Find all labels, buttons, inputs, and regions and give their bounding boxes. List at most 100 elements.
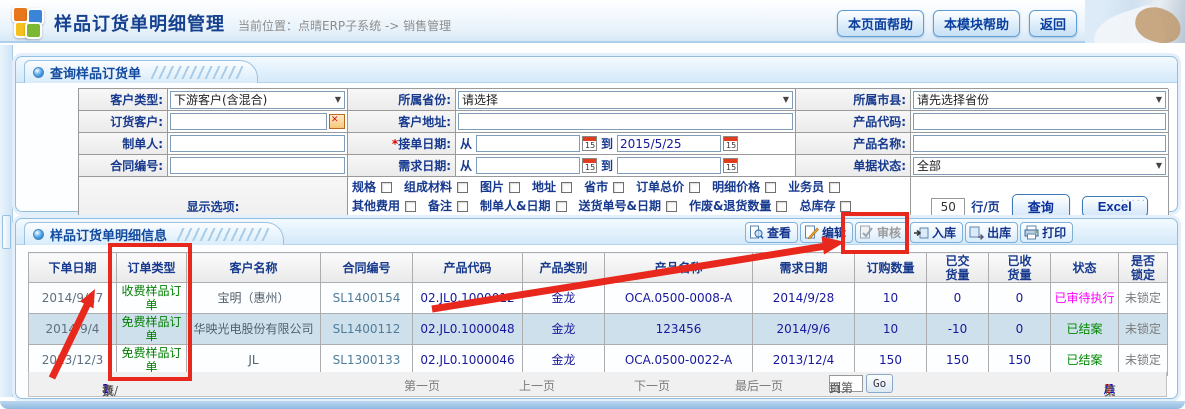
city-value: 请先选择省份 bbox=[917, 91, 989, 108]
display-option-label: 地址 bbox=[532, 179, 556, 196]
product-name-label: 产品名称: bbox=[796, 133, 911, 155]
cell-order-date: 2014/9/4 bbox=[29, 314, 117, 345]
col-header: 需求日期 bbox=[753, 253, 855, 283]
query-panel-title: 查询样品订货单 bbox=[50, 63, 141, 82]
display-option-checkbox[interactable] bbox=[765, 182, 776, 193]
cell-locked: 未锁定 bbox=[1119, 283, 1168, 314]
cell-order-date: 2013/12/3 bbox=[29, 345, 117, 376]
view-button[interactable]: 查看 bbox=[745, 222, 798, 243]
display-option-label: 订单总价 bbox=[636, 179, 684, 196]
calendar-icon[interactable] bbox=[723, 158, 738, 173]
query-panel-header: 查询样品订货单 bbox=[16, 57, 1177, 83]
display-option-checkbox[interactable] bbox=[457, 201, 468, 212]
page-size-input[interactable] bbox=[931, 198, 965, 216]
audit-button[interactable]: 审核 bbox=[855, 222, 908, 243]
first-page-link[interactable]: 第一页 bbox=[404, 377, 440, 394]
customer-lookup-icon[interactable] bbox=[329, 114, 345, 129]
calendar-icon[interactable] bbox=[723, 136, 738, 151]
demand-date-to-input[interactable] bbox=[617, 157, 721, 174]
cell-delivered: 150 bbox=[927, 345, 989, 376]
accept-date-label: * 接单日期: bbox=[348, 133, 456, 155]
display-option: 备注 bbox=[428, 198, 468, 215]
prev-page-link[interactable]: 上一页 bbox=[519, 377, 555, 394]
cell-product-name: OCA.0500-0022-A bbox=[605, 345, 753, 376]
display-option-checkbox[interactable] bbox=[829, 182, 840, 193]
contract-no-input[interactable] bbox=[170, 157, 345, 174]
cell-order-type: 免费样品订单 bbox=[117, 314, 187, 345]
display-option-checkbox[interactable] bbox=[405, 201, 416, 212]
page-title: 样品订货单明细管理 bbox=[54, 10, 225, 36]
cell-locked: 未锁定 bbox=[1119, 314, 1168, 345]
dropdown-arrow-icon: ▼ bbox=[1156, 95, 1162, 104]
display-option-label: 明细价格 bbox=[712, 179, 760, 196]
stock-out-button[interactable]: 出库 bbox=[965, 222, 1018, 243]
display-option-checkbox[interactable] bbox=[561, 182, 572, 193]
cell-qty: 10 bbox=[855, 283, 927, 314]
calendar-icon[interactable] bbox=[582, 136, 597, 151]
display-option-label: 业务员 bbox=[788, 179, 824, 196]
print-button[interactable]: 打印 bbox=[1020, 222, 1073, 243]
product-code-input[interactable] bbox=[913, 113, 1166, 130]
cell-status: 已审待执行 bbox=[1051, 283, 1119, 314]
cell-delivered: -10 bbox=[927, 314, 989, 345]
table-row[interactable]: 2014/9/27 收费样品订单 宝明（惠州） SL1400154 02.JL0… bbox=[29, 283, 1168, 314]
orders-table: 下单日期 订单类型 客户名称 合同编号 产品代码 产品类别 产品名称 需求日期 … bbox=[28, 252, 1168, 376]
display-option-checkbox[interactable] bbox=[457, 182, 468, 193]
back-button[interactable]: 返回 bbox=[1029, 10, 1077, 37]
demand-date-label: 需求日期: bbox=[348, 155, 456, 177]
app-logo-icon bbox=[12, 6, 44, 38]
display-option-label: 省市 bbox=[584, 179, 608, 196]
display-option-checkbox[interactable] bbox=[556, 201, 567, 212]
product-name-input[interactable] bbox=[913, 135, 1166, 152]
table-row[interactable]: 2013/12/3 免费样品订单 JL SL1300133 02.JL0.100… bbox=[29, 345, 1168, 376]
display-option-checkbox[interactable] bbox=[776, 201, 787, 212]
display-option-checkbox[interactable] bbox=[689, 182, 700, 193]
cell-received: 150 bbox=[989, 345, 1051, 376]
last-page-link[interactable]: 最后一页 bbox=[735, 377, 783, 394]
page-help-button[interactable]: 本页面帮助 bbox=[837, 10, 924, 37]
goto-page-group: 到第 页 Go bbox=[829, 374, 893, 393]
go-button[interactable]: Go bbox=[866, 374, 893, 393]
accept-date-to-input[interactable] bbox=[617, 135, 721, 152]
edit-icon bbox=[804, 225, 819, 240]
cell-product-code: 02.JL0.1000048 bbox=[413, 314, 523, 345]
customer-type-select[interactable]: 下游客户(含混合) ▼ bbox=[170, 91, 345, 109]
customer-type-value: 下游客户(含混合) bbox=[174, 91, 267, 108]
display-option-checkbox[interactable] bbox=[381, 182, 392, 193]
dropdown-arrow-icon: ▼ bbox=[335, 95, 341, 104]
col-header: 下单日期 bbox=[29, 253, 117, 283]
order-customer-input[interactable] bbox=[170, 113, 327, 130]
city-select[interactable]: 请先选择省份 ▼ bbox=[913, 91, 1166, 109]
maker-input[interactable] bbox=[170, 135, 345, 152]
module-help-button[interactable]: 本模块帮助 bbox=[933, 10, 1020, 37]
col-header: 产品名称 bbox=[605, 253, 753, 283]
province-label: 所属省份: bbox=[348, 89, 456, 111]
province-value: 请选择 bbox=[462, 91, 498, 108]
cell-qty: 10 bbox=[855, 314, 927, 345]
table-row[interactable]: 2014/9/4 免费样品订单 华映光电股份有限公司 SL1400112 02.… bbox=[29, 314, 1168, 345]
tab-stripes-decoration bbox=[151, 66, 243, 79]
doc-status-label: 单据状态: bbox=[796, 155, 911, 177]
accept-date-from-input[interactable] bbox=[476, 135, 580, 152]
edit-button[interactable]: 编辑 bbox=[800, 222, 853, 243]
accept-date-to-label: 到 bbox=[601, 135, 613, 152]
customer-address-input[interactable] bbox=[458, 113, 793, 130]
doc-status-select[interactable]: 全部 ▼ bbox=[913, 157, 1166, 175]
col-header: 客户名称 bbox=[187, 253, 321, 283]
province-select[interactable]: 请选择 ▼ bbox=[458, 91, 793, 109]
demand-date-from-input[interactable] bbox=[476, 157, 580, 174]
col-header: 状态 bbox=[1051, 253, 1119, 283]
display-option-checkbox[interactable] bbox=[509, 182, 520, 193]
cell-locked: 未锁定 bbox=[1119, 345, 1168, 376]
search-button[interactable]: 查询 bbox=[1012, 194, 1070, 219]
stock-in-button[interactable]: 入库 bbox=[910, 222, 963, 243]
splitter-handle[interactable] bbox=[2, 215, 11, 249]
next-page-link[interactable]: 下一页 bbox=[634, 377, 670, 394]
detail-panel: 样品订货单明细信息 查看 编辑 审核 入库 出库 bbox=[15, 218, 1178, 399]
display-option-checkbox[interactable] bbox=[666, 201, 677, 212]
display-option: 送货单号&日期 bbox=[579, 198, 677, 215]
calendar-icon[interactable] bbox=[582, 158, 597, 173]
display-option-checkbox[interactable] bbox=[613, 182, 624, 193]
display-option-checkbox[interactable] bbox=[840, 201, 851, 212]
panel-resize-dots: ····· bbox=[1121, 196, 1147, 207]
